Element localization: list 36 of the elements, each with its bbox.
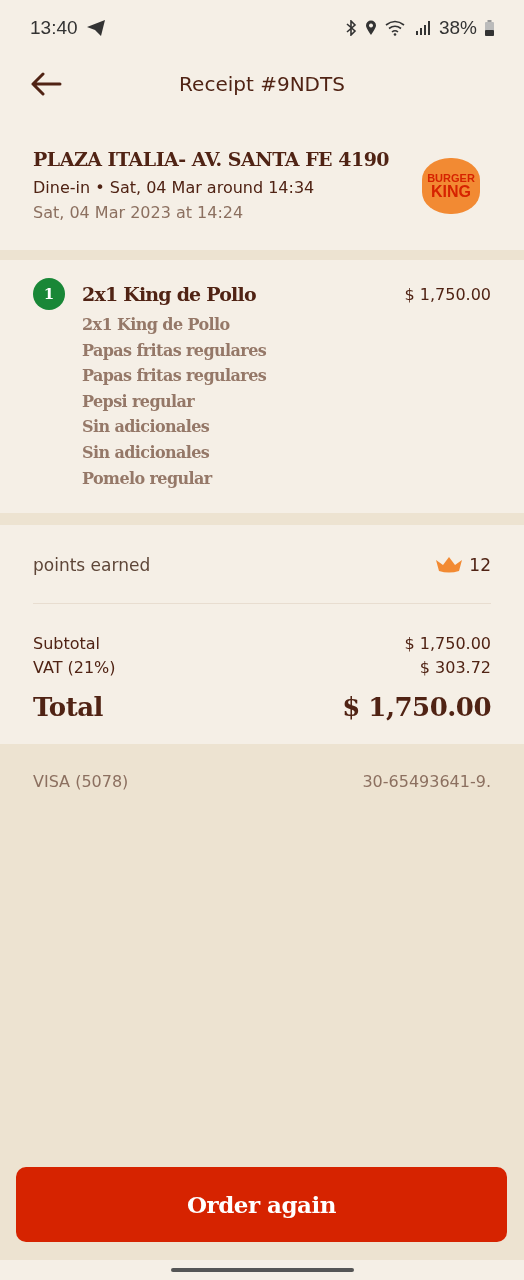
back-button[interactable] [30,72,62,96]
total-value: $ 1,750.00 [342,692,491,723]
crown-icon [435,556,464,575]
total-label: Total [33,692,103,723]
item-detail: Papas fritas regulares [82,339,267,362]
bluetooth-icon [344,20,357,36]
screen-title: Receipt #9NDTS [179,72,345,96]
item-detail: Pomelo regular [82,467,212,490]
item-detail: Sin adicionales [82,441,210,464]
item-detail: Pepsi regular [82,390,195,413]
store-name: PLAZA ITALIA- AV. SANTA FE 4190 [33,148,390,170]
signal-icon [414,20,431,36]
order-info: Dine-in • Sat, 04 Mar around 14:34 [33,178,316,197]
brand-logo: BURGER KING [422,158,480,214]
summary-label: VAT (21%) [33,657,116,680]
location-icon [364,20,377,36]
points-value: 12 [469,555,491,576]
order-date: Sat, 04 Mar 2023 at 14:24 [33,203,245,222]
points-label: points earned [33,555,151,576]
summary-value: $ 1,750.00 [404,633,491,656]
summary-label: Subtotal [33,633,101,656]
summary-value: $ 303.72 [419,657,491,680]
send-icon [85,19,106,37]
item-detail: Sin adicionales [82,416,210,439]
battery-percentage: 38% [438,17,477,39]
item-detail: 2x1 King de Pollo [82,314,230,336]
battery-icon [485,20,494,36]
item-name: 2x1 King de Pollo [82,283,257,305]
item-price: $ 1,750.00 [404,284,491,304]
clock: 13:40 [30,17,78,39]
payment-method: VISA (5078) [33,772,129,792]
payment-reference: 30-65493641-9. [362,772,491,792]
item-detail: Papas fritas regulares [82,365,267,388]
wifi-icon [384,20,407,36]
order-again-button[interactable]: Order again [16,1167,507,1242]
quantity-badge: 1 [33,278,65,310]
